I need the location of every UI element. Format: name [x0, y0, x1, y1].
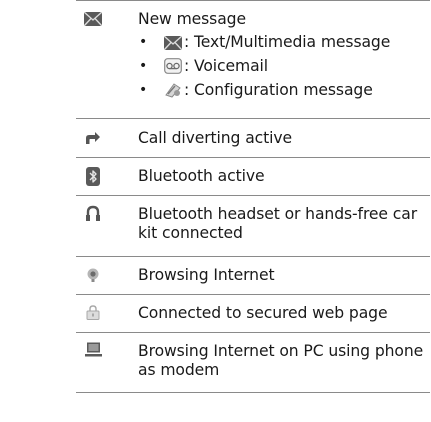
envelope-icon	[68, 12, 118, 26]
row-title: Browsing Internet	[138, 266, 275, 284]
bullet-label: : Text/Multimedia message	[184, 33, 391, 51]
row-new-message: New message • : Text/Multimedia message …	[76, 0, 430, 118]
row-title: Connected to secured web page	[138, 304, 388, 322]
row-browsing: Browsing Internet	[76, 256, 430, 294]
row-secured: Connected to secured web page	[76, 294, 430, 332]
row-call-diverting: Call diverting active	[76, 118, 430, 157]
bullet-label: : Voicemail	[184, 57, 269, 75]
row-title: Call diverting active	[138, 129, 293, 147]
row-title: New message	[138, 10, 246, 28]
row-title: Bluetooth headset or hands-free car kit …	[138, 205, 417, 242]
row-bluetooth: Bluetooth active	[76, 157, 430, 195]
call-divert-icon	[68, 131, 118, 145]
list-item: • : Voicemail	[138, 54, 430, 78]
lock-icon	[68, 305, 118, 320]
bluetooth-icon	[68, 167, 118, 186]
row-pc-modem: Browsing Internet on PC using phone as m…	[76, 332, 430, 393]
row-headset: Bluetooth headset or hands-free car kit …	[76, 195, 430, 256]
list-item: • : Text/Multimedia message	[138, 30, 430, 54]
row-title: Bluetooth active	[138, 167, 265, 185]
configuration-icon	[164, 81, 182, 105]
globe-icon	[68, 268, 118, 283]
message-type-list: • : Text/Multimedia message •: Voicemai…	[138, 30, 430, 102]
pc-icon	[68, 342, 118, 357]
bullet-label: : Configuration message	[184, 81, 373, 99]
row-title: Browsing Internet on PC using phone as m…	[138, 342, 424, 379]
list-item: • : Configuration message	[138, 78, 430, 102]
status-icon-table: New message • : Text/Multimedia message …	[76, 0, 430, 393]
headset-icon	[68, 205, 118, 221]
